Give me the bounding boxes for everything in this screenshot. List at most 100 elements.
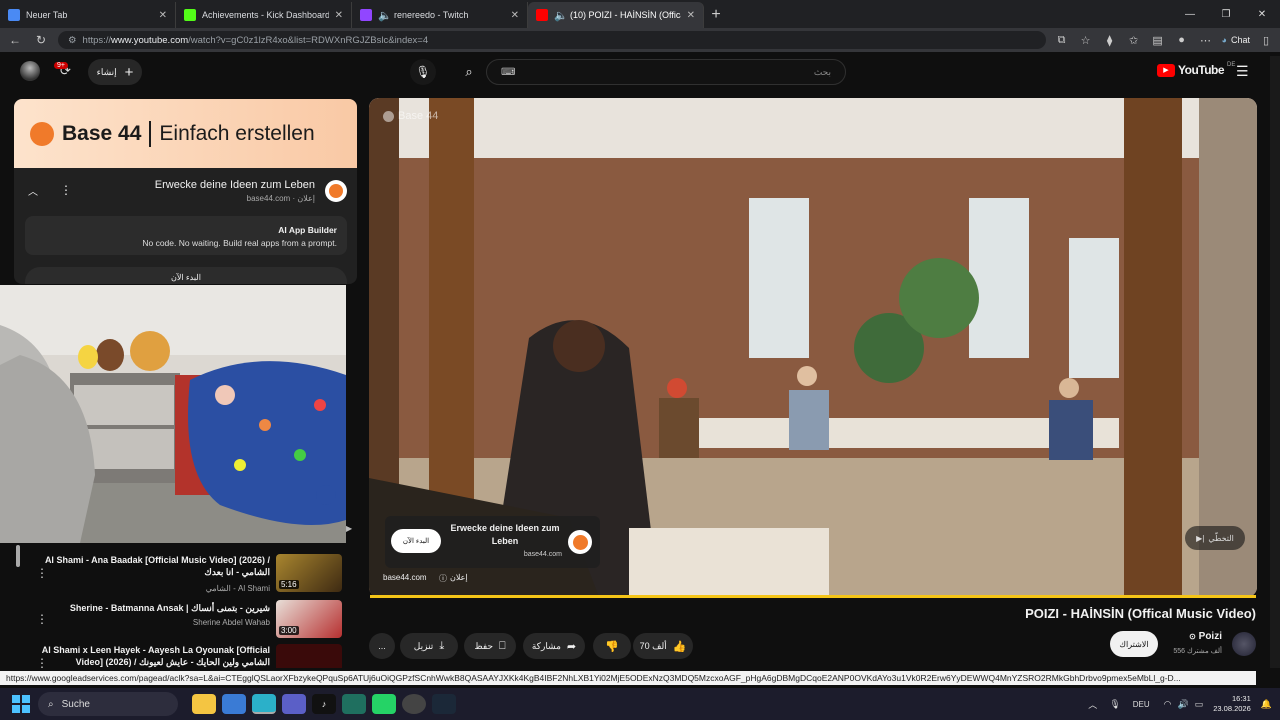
ad-box-body: No code. No waiting. Build real apps fro… xyxy=(142,238,337,248)
search-icon: ⌕ xyxy=(465,64,473,79)
steam-icon[interactable] xyxy=(432,694,456,714)
download-button[interactable]: تنزيل ⤓ xyxy=(400,633,458,659)
microphone-icon[interactable]: 🎙 xyxy=(1109,699,1120,710)
edge-browser-icon[interactable] xyxy=(252,694,276,714)
reload-icon[interactable]: ↻ xyxy=(32,33,50,47)
keyboard-icon[interactable]: ⌨ xyxy=(501,67,515,78)
url-field[interactable]: ⚙ https://www.youtube.com/watch?v=gC0z1l… xyxy=(58,31,1046,49)
teams-icon[interactable] xyxy=(282,694,306,714)
link-status-bar: https://www.googleadservices.com/pagead/… xyxy=(0,671,1256,685)
ad-more-options-icon[interactable]: ⋮ xyxy=(60,183,72,197)
create-button[interactable]: إنشاء + xyxy=(88,59,142,85)
close-icon[interactable]: ✕ xyxy=(335,10,343,21)
clock-date: 23.08.2026 xyxy=(1213,704,1251,713)
channel-avatar[interactable] xyxy=(1232,632,1256,656)
advertiser-avatar[interactable] xyxy=(325,180,347,202)
notification-bell-icon[interactable]: 🔔 xyxy=(1261,699,1272,710)
address-toolbar: ← ↻ ⚙ https://www.youtube.com/watch?v=gC… xyxy=(0,28,1280,52)
maximize-icon[interactable]: ❐ xyxy=(1208,2,1244,28)
video-thumbnail[interactable] xyxy=(276,644,342,668)
voice-search-button[interactable]: 🎙 xyxy=(410,59,436,85)
ad-cta-button[interactable]: البدء الآن xyxy=(25,267,347,284)
taskbar-search-label: Suche xyxy=(61,698,90,710)
browser-tab[interactable]: Achievements - Kick Dashboard ✕ xyxy=(176,2,352,28)
page-scrollbar[interactable] xyxy=(1270,56,1280,668)
list-item[interactable]: ⋮ Al Shami - Ana Baadak [Official Music … xyxy=(14,552,354,596)
new-tab-button[interactable]: + xyxy=(704,2,728,28)
back-icon[interactable]: ← xyxy=(6,33,24,47)
youtube-logo[interactable]: ▶ YouTube DE xyxy=(1157,62,1236,77)
skip-label: التخطّي xyxy=(1208,533,1234,543)
overlay-cta-button[interactable]: البدء الآن xyxy=(391,529,441,553)
ad-headline[interactable]: Erwecke deine Ideen zum Leben xyxy=(155,179,315,191)
tray-chevron-icon[interactable]: ︿ xyxy=(1088,698,1097,711)
video-thumbnail[interactable]: 5:16 xyxy=(276,554,342,592)
taskbar-search[interactable]: ⌕ Suche xyxy=(38,692,178,716)
obs-icon[interactable] xyxy=(402,694,426,714)
volume-icon[interactable]: 🔊 xyxy=(1178,699,1189,710)
scroll-right-arrow-icon[interactable]: ▶ xyxy=(346,524,352,533)
site-info-icon[interactable]: ⚙ xyxy=(68,35,77,46)
subscriber-count: 556 ألف مشترك xyxy=(1173,648,1222,655)
wifi-icon[interactable]: ◠ xyxy=(1164,699,1172,710)
close-window-icon[interactable]: ✕ xyxy=(1244,2,1280,28)
minimize-icon[interactable]: — xyxy=(1172,2,1208,28)
hamburger-menu-icon[interactable]: ☰ xyxy=(1236,63,1249,80)
menu-dots-icon[interactable]: ⋯ xyxy=(1198,34,1214,47)
translate-icon[interactable]: ⧉ xyxy=(1054,34,1070,47)
video-title[interactable]: Al Shami - Ana Baadak [Official Music Vi… xyxy=(40,554,270,578)
extensions-icon[interactable]: ⧫ xyxy=(1102,34,1118,47)
app-icon[interactable] xyxy=(342,694,366,714)
video-title[interactable]: Al Shami x Leen Hayek - Aayesh La Oyouna… xyxy=(40,644,270,668)
ad-footer-domain[interactable]: base44.com xyxy=(383,573,427,582)
duration-badge: 3:00 xyxy=(279,626,299,635)
copilot-chat-button[interactable]: ◕ Chat xyxy=(1222,35,1250,45)
browser-tab-active[interactable]: 🔈 (10) POIZI - HAİNSİN (Offical ✕ xyxy=(528,2,704,28)
video-title: POIZI - HAİNSİN (Offical Music Video) xyxy=(1025,606,1256,621)
tab-title: (10) POIZI - HAİNSİN (Offical xyxy=(570,10,681,20)
channel-name[interactable]: Sherine Abdel Wahab xyxy=(40,618,270,627)
avatar[interactable] xyxy=(20,61,40,81)
youtube-favicon-icon xyxy=(536,9,548,21)
ad-banner-image[interactable]: Base 44 Einfach erstellen xyxy=(14,99,357,168)
video-player[interactable]: Base 44 البدء الآن Erwecke deine Ideen z… xyxy=(369,98,1257,597)
search-input[interactable]: ⌨ بحث xyxy=(486,59,846,85)
profile-icon[interactable]: ● xyxy=(1174,34,1190,46)
skip-ad-button[interactable]: ▶| التخطّي xyxy=(1185,526,1245,550)
app-icon[interactable] xyxy=(222,694,246,714)
more-actions-button[interactable]: ... xyxy=(369,633,395,659)
region-code: DE xyxy=(1227,62,1236,68)
like-button[interactable]: 70 ألف 👍 xyxy=(633,633,693,659)
tiktok-icon[interactable]: ♪ xyxy=(312,694,336,714)
share-button[interactable]: مشاركة ➦ xyxy=(523,633,585,659)
collections-icon[interactable]: ▤ xyxy=(1150,34,1166,47)
sidebar-toggle-icon[interactable]: ▯ xyxy=(1258,34,1274,47)
ad-info-badge[interactable]: ⓘ إعلان xyxy=(439,573,468,584)
collapse-chevron-icon[interactable]: ︿ xyxy=(28,183,38,198)
video-ad-overlay[interactable]: البدء الآن Erwecke deine Ideen zum Leben… xyxy=(385,516,600,568)
ad-progress-bar[interactable] xyxy=(370,595,1256,598)
whatsapp-icon[interactable] xyxy=(372,694,396,714)
file-explorer-icon[interactable] xyxy=(192,694,216,714)
windows-start-icon[interactable] xyxy=(12,695,30,713)
favorites-icon[interactable]: ✩ xyxy=(1126,34,1142,47)
video-title[interactable]: Sherine - Batmanna Ansak | شيرين - بتمنى… xyxy=(40,602,270,614)
list-item[interactable]: ⋮ Al Shami x Leen Hayek - Aayesh La Oyou… xyxy=(14,642,354,668)
language-indicator[interactable]: DEU xyxy=(1133,700,1150,709)
dislike-button[interactable]: 👎 xyxy=(593,633,631,659)
close-icon[interactable]: ✕ xyxy=(511,10,519,21)
browser-tab[interactable]: 🔈 renereedo - Twitch ✕ xyxy=(352,2,528,28)
close-icon[interactable]: ✕ xyxy=(687,10,695,21)
subscribe-button[interactable]: الاشتراك xyxy=(1110,631,1158,657)
channel-name[interactable]: ⊙ Poizi xyxy=(1176,631,1222,642)
bookmark-star-icon[interactable]: ☆ xyxy=(1078,34,1094,47)
video-thumbnail[interactable]: 3:00 xyxy=(276,600,342,638)
channel-name[interactable]: الشامي - Al Shami xyxy=(40,584,270,593)
close-icon[interactable]: ✕ xyxy=(159,10,167,21)
list-item[interactable]: ⋮ Sherine - Batmanna Ansak | شيرين - بتم… xyxy=(14,598,354,642)
browser-tab[interactable]: Neuer Tab ✕ xyxy=(0,2,176,28)
save-button[interactable]: حفظ ⎕ xyxy=(464,633,516,659)
clock[interactable]: 16:31 23.08.2026 xyxy=(1213,694,1251,714)
battery-icon[interactable]: ▭ xyxy=(1195,699,1204,710)
search-button[interactable]: ⌕ xyxy=(456,59,482,85)
